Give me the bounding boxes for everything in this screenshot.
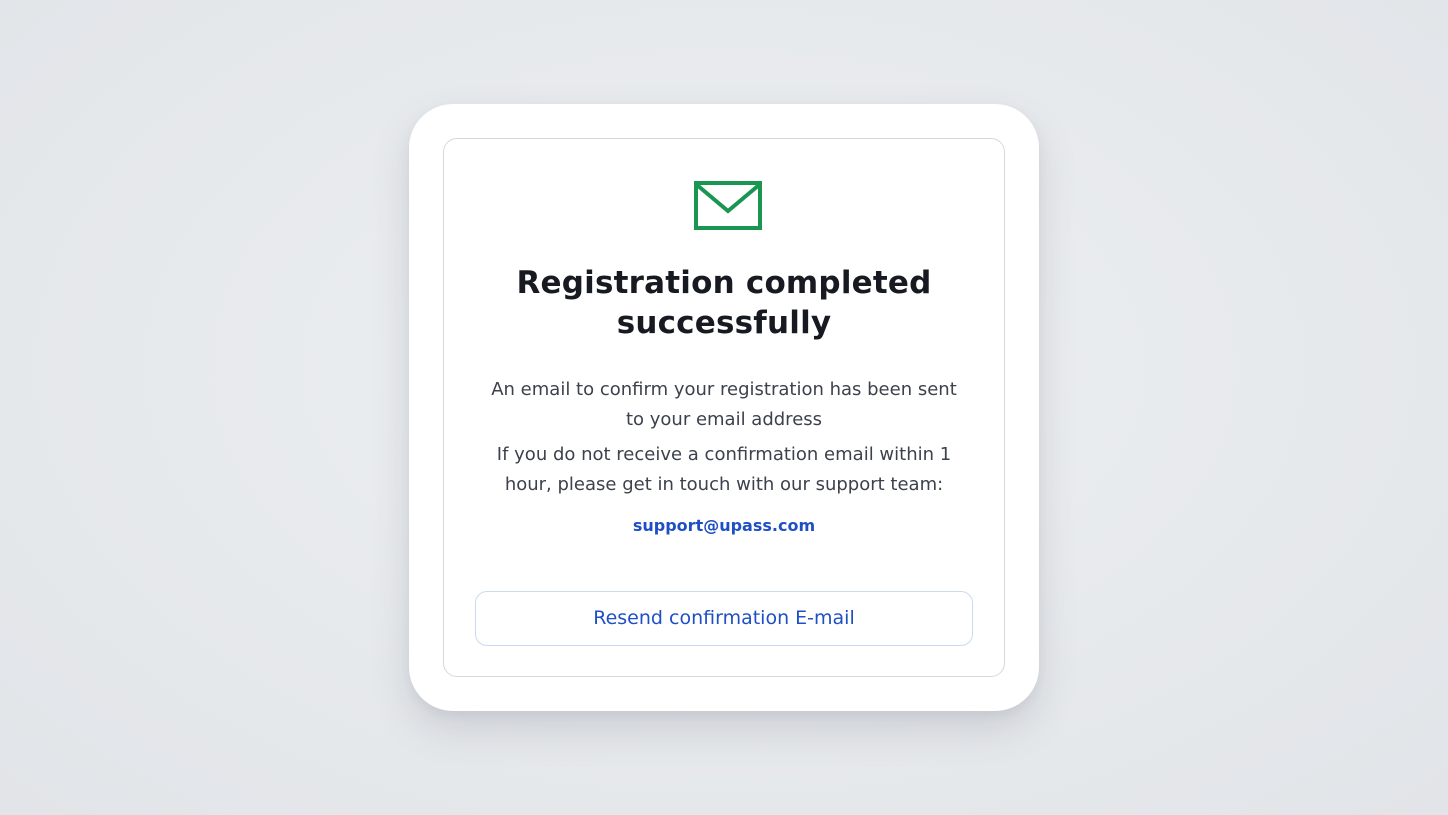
- support-instructions: If you do not receive a confirmation ema…: [496, 444, 952, 495]
- email-sent-message: An email to confirm your registration ha…: [491, 379, 957, 430]
- support-email-link[interactable]: support@upass.com: [444, 515, 1004, 537]
- page-title: Registration completed successfully: [516, 265, 932, 341]
- mail-icon: [694, 181, 762, 230]
- resend-confirmation-button[interactable]: Resend confirmation E-mail: [475, 591, 973, 646]
- registration-dialog: Registration completed successfully An e…: [409, 104, 1039, 711]
- registration-panel: Registration completed successfully An e…: [443, 138, 1005, 677]
